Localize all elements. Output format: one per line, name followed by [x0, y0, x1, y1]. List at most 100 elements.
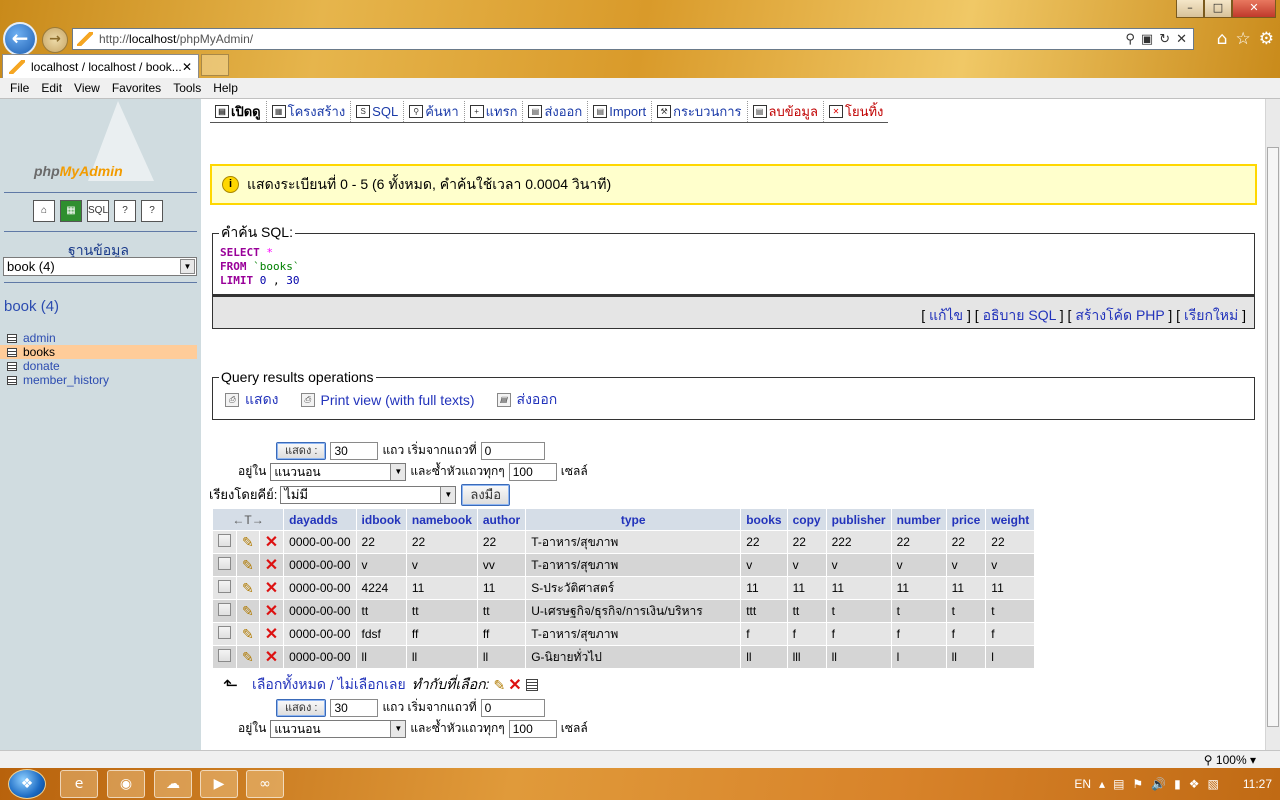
start-row-input[interactable]: 0 — [480, 441, 545, 460]
edit-pencil-icon[interactable]: ✎ — [242, 626, 254, 642]
search-icon[interactable]: ⚲ — [1125, 32, 1135, 47]
delete-x-icon[interactable]: ✕ — [265, 649, 278, 666]
row-checkbox[interactable] — [218, 649, 231, 662]
menu-file[interactable]: File — [4, 81, 35, 95]
column-header-type[interactable]: type — [526, 509, 741, 530]
row-checkbox[interactable] — [218, 534, 231, 547]
tab-structure[interactable]: ▦ โครงสร้าง — [267, 101, 352, 122]
print-full-link[interactable]: ⎙ Print view (with full texts) — [300, 389, 475, 411]
export-link[interactable]: ▤ ส่งออก — [496, 389, 557, 411]
menu-favorites[interactable]: Favorites — [106, 81, 167, 95]
tab-close-icon[interactable]: ✕ — [182, 60, 192, 74]
check-all-link[interactable]: เลือกทั้งหมด — [252, 674, 326, 696]
uncheck-all-link[interactable]: ไม่เลือกเลย — [338, 674, 406, 696]
tab-import[interactable]: ▤ Import — [588, 101, 653, 122]
edit-query-link[interactable]: แก้ไข — [929, 307, 963, 323]
documentation-icon[interactable]: ? — [114, 200, 136, 222]
column-header-books[interactable]: books — [741, 509, 787, 530]
print-view-link[interactable]: ⎙ แสดง — [225, 389, 279, 411]
column-header-price[interactable]: price — [946, 509, 986, 530]
row-checkbox[interactable] — [218, 557, 231, 570]
home-icon[interactable]: ⌂ — [1217, 29, 1228, 49]
address-bar[interactable]: http://localhost/phpMyAdmin/ ⚲ ▣ ↻ ✕ — [72, 28, 1194, 50]
column-header-dayadds[interactable]: dayadds — [284, 509, 356, 530]
battery-icon[interactable]: ▧ — [1208, 777, 1219, 791]
row-checkbox[interactable] — [218, 603, 231, 616]
tab-drop[interactable]: ✕ โยนทิ้ง — [824, 101, 888, 122]
display-mode-select[interactable]: แนวนอน ▼ — [270, 462, 407, 481]
tab-search[interactable]: ⚲ ค้นหา — [404, 101, 465, 122]
table-icon[interactable] — [7, 347, 17, 357]
taskbar-app-icon[interactable]: ∞ — [246, 770, 284, 798]
database-title-link[interactable]: book (4) — [4, 298, 59, 315]
refresh-icon[interactable]: ↻ — [1159, 32, 1170, 47]
column-header-copy[interactable]: copy — [787, 509, 826, 530]
edit-pencil-icon[interactable]: ✎ — [242, 580, 254, 596]
forward-button[interactable]: → — [42, 27, 68, 53]
table-item-donate[interactable]: donate — [0, 359, 197, 373]
tab-empty[interactable]: ▤ ลบข้อมูล — [748, 101, 824, 122]
row-checkbox[interactable] — [218, 580, 231, 593]
edit-pencil-icon[interactable]: ✎ — [242, 649, 254, 665]
close-window-button[interactable]: ✕ — [1232, 0, 1276, 18]
taskbar-clock[interactable]: 11:27 — [1243, 777, 1272, 791]
delete-x-icon[interactable]: ✕ — [265, 557, 278, 574]
phpmyadmin-logo[interactable]: phpMyAdmin — [28, 99, 178, 189]
delete-x-icon[interactable]: ✕ — [265, 603, 278, 620]
start-row-input[interactable]: 0 — [480, 698, 545, 717]
tab-operations[interactable]: ⚒ กระบวนการ — [652, 101, 748, 122]
back-button[interactable]: ← — [3, 22, 37, 56]
explain-sql-link[interactable]: อธิบาย SQL — [983, 307, 1056, 323]
create-php-code-link[interactable]: สร้างโค้ด PHP — [1075, 307, 1164, 323]
menu-view[interactable]: View — [68, 81, 106, 95]
database-select[interactable]: book (4) ▼ — [3, 257, 197, 276]
power-icon[interactable]: ▮ — [1174, 777, 1181, 791]
compat-view-icon[interactable]: ▣ — [1141, 32, 1153, 47]
delete-selected-icon[interactable]: ✕ — [508, 675, 521, 695]
settings-gear-icon[interactable]: ⚙ — [1259, 29, 1274, 49]
tab-sql[interactable]: S SQL — [351, 101, 405, 122]
vertical-scrollbar[interactable] — [1265, 99, 1280, 750]
edit-pencil-icon[interactable]: ✎ — [242, 557, 254, 573]
column-resize-header[interactable]: ←T→ — [213, 509, 284, 530]
taskbar-ie-icon[interactable]: e — [60, 770, 98, 798]
delete-x-icon[interactable]: ✕ — [265, 534, 278, 551]
zoom-control[interactable]: ⚲ 100% ▾ — [1204, 753, 1256, 767]
maximize-button[interactable]: □ — [1204, 0, 1232, 18]
show-button[interactable]: แสดง : — [276, 441, 327, 460]
repeat-headers-input[interactable]: 100 — [508, 462, 557, 481]
column-header-namebook[interactable]: namebook — [406, 509, 477, 530]
start-button[interactable]: ❖ — [8, 769, 46, 799]
edit-pencil-icon[interactable]: ✎ — [242, 603, 254, 619]
table-icon[interactable] — [7, 361, 17, 371]
language-indicator[interactable]: EN — [1074, 777, 1091, 791]
volume-icon[interactable]: 🔊 — [1151, 777, 1166, 791]
column-header-weight[interactable]: weight — [986, 509, 1035, 530]
column-header-publisher[interactable]: publisher — [826, 509, 891, 530]
scrollbar-thumb[interactable] — [1267, 147, 1279, 727]
menu-edit[interactable]: Edit — [35, 81, 68, 95]
rows-input[interactable]: 30 — [330, 698, 379, 717]
tab-browse[interactable]: ▤ เปิดดู — [210, 101, 267, 122]
tab-export[interactable]: ▤ ส่งออก — [523, 101, 589, 122]
table-icon[interactable] — [7, 333, 17, 343]
row-checkbox[interactable] — [218, 626, 231, 639]
menu-help[interactable]: Help — [207, 81, 244, 95]
sql-window-icon[interactable]: ▦ — [60, 200, 82, 222]
browser-tab[interactable]: localhost / localhost / book... ✕ — [2, 54, 199, 78]
sort-key-select[interactable]: ไม่มี ▼ — [280, 485, 457, 504]
display-mode-select[interactable]: แนวนอน ▼ — [270, 719, 407, 738]
repeat-headers-input[interactable]: 100 — [508, 719, 557, 738]
tab-insert[interactable]: + แทรก — [465, 101, 524, 122]
table-item-member-history[interactable]: member_history — [0, 373, 197, 387]
favorites-star-icon[interactable]: ☆ — [1236, 29, 1251, 49]
delete-x-icon[interactable]: ✕ — [265, 580, 278, 597]
rows-input[interactable]: 30 — [330, 441, 379, 460]
show-button[interactable]: แสดง : — [276, 698, 327, 717]
taskbar-network-icon[interactable]: ☁ — [154, 770, 192, 798]
home-icon[interactable]: ⌂ — [33, 200, 55, 222]
url-text[interactable]: http://localhost/phpMyAdmin/ — [99, 32, 1125, 46]
query-window-icon[interactable]: SQL — [87, 200, 109, 222]
table-icon[interactable] — [7, 375, 17, 385]
network-icon[interactable]: ▤ — [1113, 777, 1124, 791]
